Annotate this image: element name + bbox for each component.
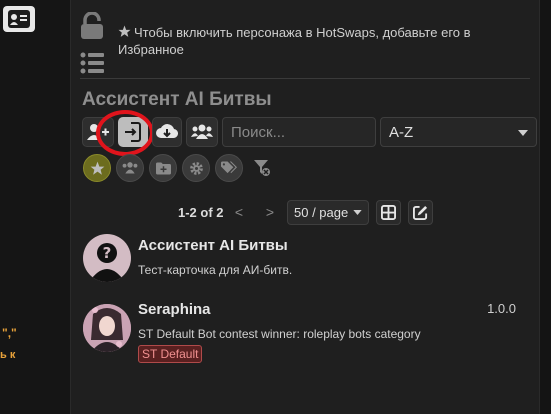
avatar	[83, 304, 131, 352]
pagination-info: 1-2 of 2	[178, 205, 224, 220]
list-icon[interactable]	[80, 52, 104, 74]
download-icon	[156, 124, 178, 139]
filter-settings-button[interactable]	[182, 154, 210, 182]
highlight-circle	[96, 110, 154, 156]
character-description: ST Default Bot contest winner: roleplay …	[138, 327, 421, 341]
prev-page-button[interactable]: <	[227, 200, 251, 224]
character-card-button[interactable]	[3, 6, 35, 32]
users-icon	[122, 162, 138, 174]
left-text-fragment: ","	[2, 326, 17, 340]
import-from-url-button[interactable]	[152, 117, 182, 147]
filter-favorites-button[interactable]	[83, 154, 111, 182]
hotswaps-hint: Чтобы включить персонажа в HotSwaps, доб…	[118, 24, 498, 58]
filter-clear-icon[interactable]	[254, 160, 270, 176]
grid-view-button[interactable]	[376, 200, 401, 225]
page-size-value: 50 / page	[294, 205, 349, 220]
next-page-button[interactable]: >	[258, 200, 282, 224]
character-name: Seraphina	[138, 301, 211, 318]
page-size-select[interactable]: 50 / page	[287, 200, 369, 225]
character-tag[interactable]: ST Default	[138, 345, 203, 363]
filter-tags-button[interactable]	[215, 154, 243, 182]
user-card-icon	[8, 10, 30, 28]
sort-value: A-Z	[389, 124, 414, 141]
avatar: ?	[83, 234, 131, 282]
question-silhouette-icon: ?	[89, 243, 125, 282]
character-card[interactable]: ? Ассистент AI Битвы Тест-карточка для А…	[80, 232, 530, 292]
right-edge	[540, 0, 551, 414]
chevron-down-icon	[518, 130, 528, 136]
character-version: 1.0.0	[487, 301, 516, 316]
tags-icon	[221, 161, 237, 174]
divider	[80, 78, 530, 79]
search-input[interactable]	[222, 117, 376, 147]
lock-open-icon[interactable]	[80, 12, 104, 40]
left-text-fragment: ь к	[0, 349, 16, 361]
folder-plus-icon	[155, 162, 171, 174]
page-title: Ассистент AI Битвы	[82, 89, 272, 110]
hint-text: Чтобы включить персонажа в HotSwaps, доб…	[118, 25, 471, 57]
grid-icon	[381, 205, 396, 220]
avatar-image	[83, 304, 131, 352]
bulk-edit-button[interactable]	[408, 200, 433, 225]
gear-icon	[189, 161, 203, 175]
svg-text:?: ?	[103, 244, 112, 262]
edit-icon	[413, 205, 428, 220]
create-group-button[interactable]	[186, 117, 218, 147]
character-description: Тест-карточка для АИ-битв.	[138, 263, 293, 277]
character-name: Ассистент AI Битвы	[138, 237, 288, 254]
character-card[interactable]: Seraphina 1.0.0 ST Default Bot contest w…	[80, 296, 530, 366]
chevron-down-icon	[353, 210, 362, 215]
star-icon	[118, 25, 131, 37]
star-icon	[90, 161, 104, 175]
filter-folders-button[interactable]	[149, 154, 177, 182]
filter-groups-button[interactable]	[116, 154, 144, 182]
group-icon	[191, 124, 213, 139]
sort-select[interactable]: A-Z	[380, 117, 537, 147]
